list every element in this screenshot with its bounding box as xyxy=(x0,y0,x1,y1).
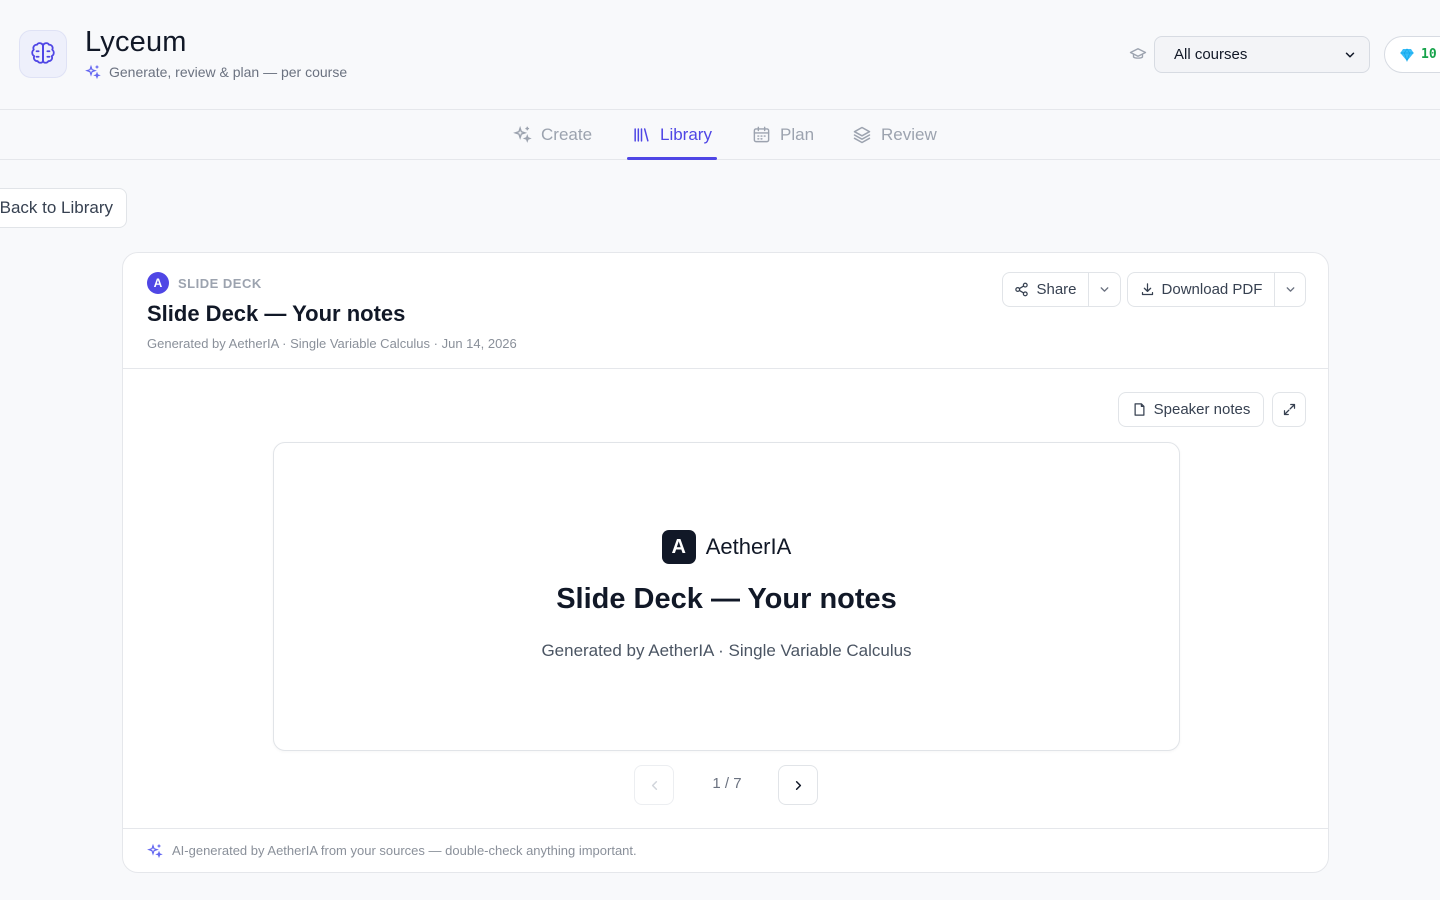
share-menu-button[interactable] xyxy=(1088,272,1121,307)
course-select[interactable]: All courses xyxy=(1154,36,1370,73)
chevron-left-icon xyxy=(651,780,657,790)
calendar-icon xyxy=(753,126,770,143)
app-subtitle-text: Generate, review & plan — per course xyxy=(109,64,348,80)
ai-disclaimer-text: AI-generated by AetherIA from your sourc… xyxy=(172,843,637,858)
slide-deck-card: A SLIDE DECK Slide Deck — Your notes Gen… xyxy=(122,252,1329,873)
share-label: Share xyxy=(1036,281,1077,298)
previous-slide-button[interactable] xyxy=(634,765,674,805)
sparkles-icon xyxy=(85,64,101,80)
slide-preview: A AetherIA Slide Deck — Your notes Gener… xyxy=(273,442,1180,751)
brand-logo: A xyxy=(661,530,696,564)
slide-subtitle: Generated by AetherIA · Single Variable … xyxy=(541,641,912,660)
speaker-notes-button[interactable]: Speaker notes xyxy=(1118,392,1264,427)
back-to-library-button[interactable]: Back to Library xyxy=(0,188,127,228)
tab-library[interactable]: Library xyxy=(627,110,717,160)
ai-disclaimer: AI-generated by AetherIA from your sourc… xyxy=(123,828,1328,872)
tab-library-label: Library xyxy=(660,124,712,144)
app-logo xyxy=(19,30,67,78)
chevron-down-icon xyxy=(1345,51,1355,58)
tab-plan[interactable]: Plan xyxy=(752,110,814,159)
main-tabs: Create Library Plan Review xyxy=(0,110,1440,160)
graduation-cap-icon xyxy=(1129,48,1147,59)
tab-review-label: Review xyxy=(881,124,937,144)
item-type-badge: A xyxy=(147,272,169,294)
sparkles-icon xyxy=(147,843,163,858)
fullscreen-button[interactable] xyxy=(1272,392,1306,427)
card-title: Slide Deck — Your notes xyxy=(147,301,406,326)
library-icon xyxy=(634,128,649,142)
download-pdf-button[interactable]: Download PDF xyxy=(1127,272,1275,307)
app-title: Lyceum xyxy=(85,26,187,58)
item-type: A SLIDE DECK xyxy=(147,272,262,294)
tab-create[interactable]: Create xyxy=(513,110,592,159)
app-subtitle: Generate, review & plan — per course xyxy=(85,64,347,80)
download-menu-button[interactable] xyxy=(1274,272,1306,307)
expand-icon xyxy=(1283,403,1295,416)
sparkles-icon xyxy=(513,125,532,143)
share-button[interactable]: Share xyxy=(1002,272,1089,307)
tab-review[interactable]: Review xyxy=(852,110,937,159)
share-icon xyxy=(1015,282,1029,297)
tab-plan-label: Plan xyxy=(780,124,815,144)
layers-icon xyxy=(853,126,871,143)
next-slide-button[interactable] xyxy=(778,765,818,805)
credits-value: 10 xyxy=(1421,47,1437,62)
course-select-value: All courses xyxy=(1174,46,1248,63)
note-icon xyxy=(1134,403,1145,416)
credits-badge[interactable]: 10 xyxy=(1384,36,1440,73)
chevron-down-icon xyxy=(1100,287,1109,292)
card-meta: Generated by AetherIA · Single Variable … xyxy=(147,336,517,351)
tab-create-label: Create xyxy=(541,124,593,144)
gem-icon xyxy=(1400,47,1414,62)
slide-title: Slide Deck — Your notes xyxy=(556,583,897,615)
download-pdf-label: Download PDF xyxy=(1161,281,1263,298)
app-header: Lyceum Generate, review & plan — per cou… xyxy=(0,0,1440,110)
brain-icon xyxy=(31,42,55,64)
download-icon xyxy=(1141,283,1153,296)
item-type-label: SLIDE DECK xyxy=(178,275,262,291)
speaker-notes-label: Speaker notes xyxy=(1153,401,1251,418)
brand-name: AetherIA xyxy=(705,534,792,559)
slide-counter: 1 / 7 xyxy=(712,775,742,792)
card-header: A SLIDE DECK Slide Deck — Your notes Gen… xyxy=(123,253,1328,369)
chevron-right-icon xyxy=(795,780,801,790)
slide-brand: A AetherIA xyxy=(274,530,1179,564)
chevron-down-icon xyxy=(1286,287,1294,292)
